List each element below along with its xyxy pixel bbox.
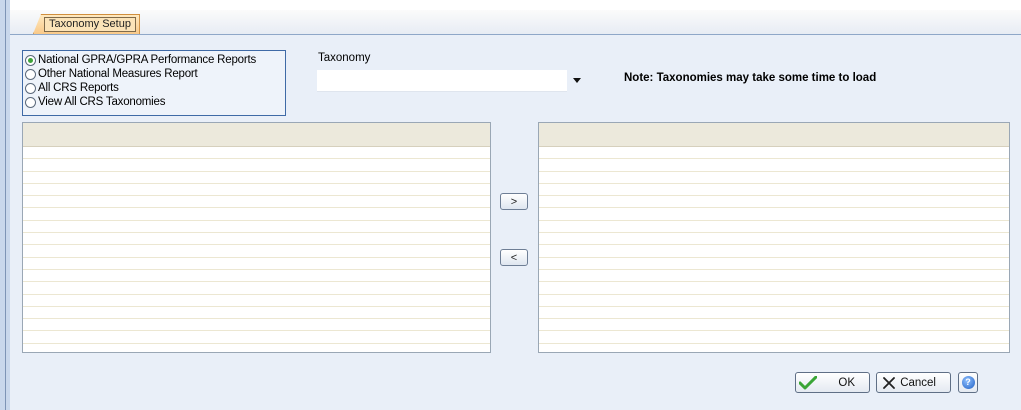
radio-national-gpra[interactable]: National GPRA/GPRA Performance Reports: [25, 53, 256, 67]
radio-label: View All CRS Taxonomies: [38, 96, 166, 108]
radio-button[interactable]: [25, 68, 36, 80]
table-row[interactable]: [23, 208, 490, 221]
table-row[interactable]: [23, 172, 490, 184]
table-row[interactable]: [23, 307, 490, 320]
cancel-label: Cancel: [900, 376, 936, 389]
selected-taxonomies-list[interactable]: [538, 122, 1010, 353]
table-row[interactable]: [539, 233, 1009, 246]
ok-button[interactable]: OK: [795, 372, 870, 393]
list-rows: [539, 147, 1009, 344]
table-row[interactable]: [539, 196, 1009, 209]
radio-label: All CRS Reports: [38, 82, 119, 94]
table-row[interactable]: [539, 319, 1009, 332]
x-icon: [883, 376, 895, 389]
radio-button[interactable]: [25, 82, 36, 94]
table-row[interactable]: [539, 147, 1009, 160]
taxonomy-dropdown[interactable]: [317, 70, 583, 92]
table-row[interactable]: [539, 172, 1009, 184]
tab-taxonomy-setup[interactable]: Taxonomy Setup: [33, 14, 140, 34]
table-row[interactable]: [539, 208, 1009, 221]
move-right-button[interactable]: >: [500, 193, 528, 210]
window-left-border: [0, 0, 10, 410]
table-row[interactable]: [23, 196, 490, 209]
ok-label: OK: [838, 376, 855, 389]
load-time-note: Note: Taxonomies may take some time to l…: [624, 72, 877, 84]
table-row[interactable]: [23, 184, 490, 197]
table-row[interactable]: [539, 295, 1009, 307]
table-row[interactable]: [23, 258, 490, 270]
help-button[interactable]: ?: [958, 372, 978, 393]
table-row[interactable]: [539, 258, 1009, 270]
radio-other-national-measures[interactable]: Other National Measures Report: [25, 67, 198, 81]
table-row[interactable]: [23, 245, 490, 258]
tab-label: Taxonomy Setup: [44, 17, 136, 32]
table-row[interactable]: [23, 159, 490, 172]
taxonomy-setup-window: Taxonomy Setup National GPRA/GPRA Perfor…: [0, 0, 1021, 410]
table-row[interactable]: [23, 295, 490, 307]
table-row[interactable]: [539, 282, 1009, 295]
list-header: [23, 123, 490, 147]
help-icon: ?: [961, 376, 975, 389]
table-row[interactable]: [539, 159, 1009, 172]
radio-all-crs-reports[interactable]: All CRS Reports: [25, 81, 119, 95]
table-row[interactable]: [539, 307, 1009, 320]
cancel-button[interactable]: Cancel: [876, 372, 951, 393]
table-row[interactable]: [23, 270, 490, 283]
radio-button[interactable]: [25, 54, 36, 66]
table-row[interactable]: [23, 147, 490, 160]
report-type-radio-group: National GPRA/GPRA Performance Reports O…: [22, 50, 286, 116]
radio-label: National GPRA/GPRA Performance Reports: [38, 54, 257, 66]
table-row[interactable]: [539, 221, 1009, 234]
table-row[interactable]: [539, 184, 1009, 197]
table-row[interactable]: [23, 319, 490, 332]
table-row[interactable]: [539, 270, 1009, 283]
table-row[interactable]: [23, 233, 490, 246]
radio-button[interactable]: [25, 96, 36, 108]
tab-strip: Taxonomy Setup: [10, 10, 1021, 35]
radio-label: Other National Measures Report: [38, 68, 198, 80]
radio-view-all-crs-taxonomies[interactable]: View All CRS Taxonomies: [25, 95, 165, 109]
list-header: [539, 123, 1009, 147]
table-row[interactable]: [539, 331, 1009, 344]
available-taxonomies-list[interactable]: [22, 122, 491, 353]
taxonomy-dropdown-field[interactable]: [317, 70, 567, 92]
table-row[interactable]: [539, 245, 1009, 258]
taxonomy-label: Taxonomy: [318, 52, 371, 64]
table-row[interactable]: [23, 331, 490, 344]
chevron-down-icon[interactable]: [570, 70, 583, 91]
check-icon: [799, 375, 817, 389]
table-row[interactable]: [23, 221, 490, 234]
move-left-button[interactable]: <: [500, 249, 528, 266]
table-row[interactable]: [23, 282, 490, 295]
list-rows: [23, 147, 490, 344]
